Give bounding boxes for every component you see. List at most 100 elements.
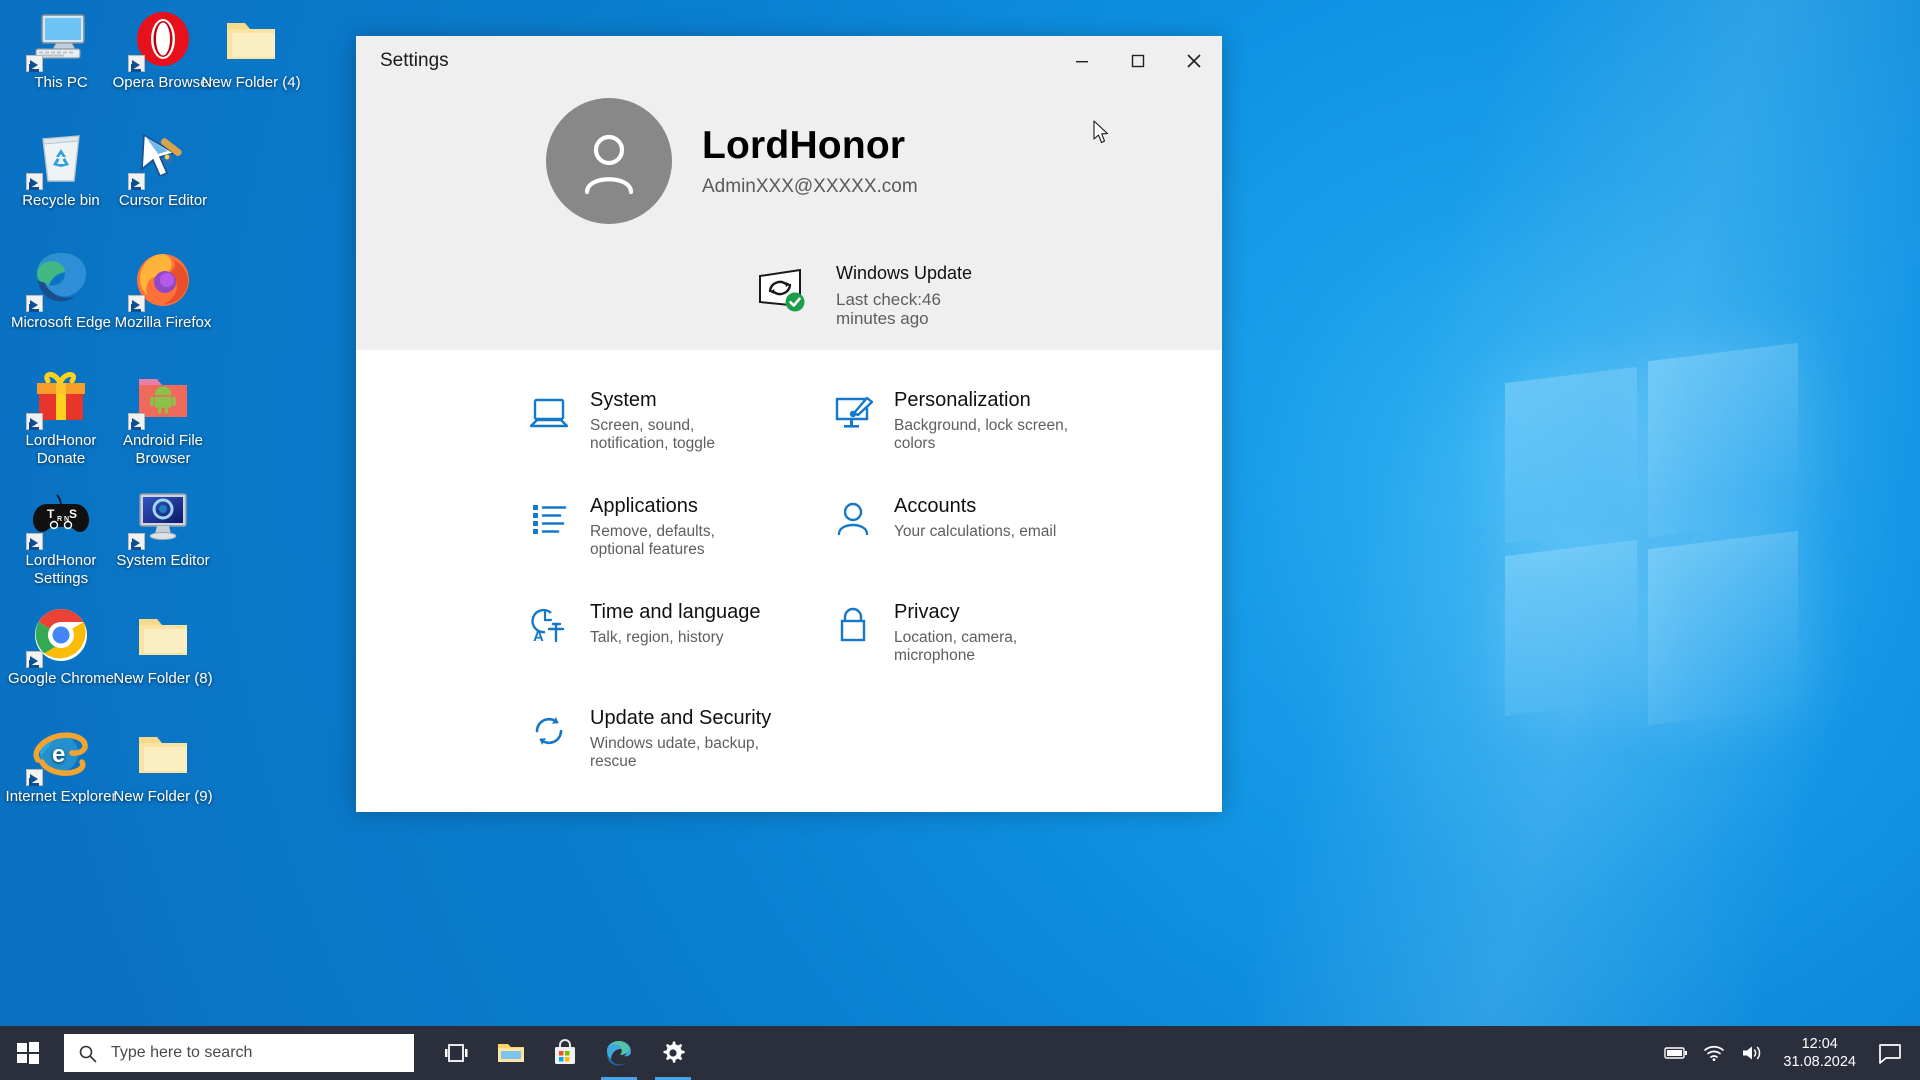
settings-tile-body: System Screen, sound, notification, togg… (590, 388, 765, 453)
settings-tile-accounts[interactable]: Accounts Your calculations, email (830, 494, 1190, 600)
settings-tile-desc: Screen, sound, notification, toggle (590, 417, 765, 453)
cursor-editor-icon (102, 126, 224, 188)
refresh-icon (526, 708, 572, 754)
shortcut-badge (26, 533, 43, 550)
task-view-icon (444, 1041, 470, 1065)
shortcut-badge (26, 173, 43, 190)
svg-text:S: S (69, 507, 77, 521)
desktop-icon-android-file-browser[interactable]: Android File Browser (102, 366, 224, 468)
taskbar: Type here to search (0, 1026, 1920, 1080)
desktop-icon-label: Mozilla Firefox (102, 314, 224, 332)
desktop-icon-new-folder-4[interactable]: New Folder (4) (190, 8, 312, 92)
wallpaper-pane (1505, 367, 1637, 543)
file-explorer-icon (496, 1040, 526, 1066)
desktop-icon-label: Cursor Editor (102, 192, 224, 210)
desktop-icon-label: Android File Browser (102, 432, 224, 468)
speaker-icon[interactable] (1733, 1026, 1771, 1080)
window-title: Settings (380, 50, 449, 72)
person-avatar-icon (570, 122, 648, 200)
settings-tile-name: Accounts (894, 494, 1056, 518)
desktop-icon-system-editor[interactable]: System Editor (102, 486, 224, 570)
settings-tile-time-and-language[interactable]: A Time and language Talk, region, histor… (526, 600, 830, 706)
close-button[interactable] (1166, 36, 1222, 86)
settings-tile-desc: Talk, region, history (590, 629, 761, 647)
update-status-line2: minutes ago (836, 309, 929, 328)
folder-icon (102, 604, 224, 666)
list-icon (526, 496, 572, 542)
mozilla-firefox-icon (102, 248, 224, 310)
svg-text:R: R (57, 516, 62, 523)
microsoft-store-button[interactable] (538, 1026, 592, 1080)
desktop-icon-new-folder-9[interactable]: New Folder (9) (102, 722, 224, 806)
account-summary[interactable]: LordHonor AdminXXX@XXXXX.com (356, 86, 1222, 224)
windows-update-text: Windows Update Last check:46 minutes ago (836, 262, 972, 328)
avatar[interactable] (546, 98, 672, 224)
microsoft-store-icon (552, 1039, 578, 1067)
shortcut-badge (128, 55, 145, 72)
settings-tile-personalization[interactable]: Personalization Background, lock screen,… (830, 388, 1190, 494)
windows-update-icon (754, 266, 812, 318)
settings-tile-desc: Remove, defaults, optional features (590, 523, 765, 559)
windows-update-title: Windows Update (836, 262, 972, 284)
desktop-icon-mozilla-firefox[interactable]: Mozilla Firefox (102, 248, 224, 332)
settings-tile-name: Personalization (894, 388, 1069, 412)
settings-tile-body: Update and Security Windows udate, backu… (590, 706, 771, 771)
shortcut-badge (26, 55, 43, 72)
settings-tile-body: Personalization Background, lock screen,… (894, 388, 1069, 453)
shortcut-badge (128, 413, 145, 430)
folder-icon (102, 722, 224, 784)
settings-taskbar-button[interactable] (646, 1026, 700, 1080)
desktop-icon-label: New Folder (9) (102, 788, 224, 806)
microsoft-edge-button[interactable] (592, 1026, 646, 1080)
settings-tile-update-and-security[interactable]: Update and Security Windows udate, backu… (526, 706, 830, 812)
search-input[interactable]: Type here to search (64, 1034, 414, 1072)
shortcut-badge (26, 295, 43, 312)
start-button[interactable] (0, 1026, 56, 1080)
settings-window[interactable]: Settings LordHonor AdminXXX@XXXX (356, 36, 1222, 808)
gear-icon (660, 1040, 686, 1066)
wifi-icon[interactable] (1695, 1026, 1733, 1080)
clock-time: 12:04 (1783, 1035, 1856, 1053)
minimize-icon (1074, 53, 1090, 69)
shortcut-badge (26, 413, 43, 430)
settings-category-grid: System Screen, sound, notification, togg… (356, 350, 1222, 812)
task-view-button[interactable] (430, 1026, 484, 1080)
android-folder-icon (102, 366, 224, 428)
wallpaper-pane (1648, 531, 1798, 725)
wallpaper-pane (1505, 540, 1637, 716)
desktop-icon-grid: This PC Opera Browser New Folder (4) (0, 0, 250, 1000)
system-tray: 12:04 31.08.2024 (1657, 1026, 1920, 1080)
minimize-button[interactable] (1054, 36, 1110, 86)
windows-update-banner[interactable]: Windows Update Last check:46 minutes ago (356, 262, 1222, 328)
settings-tile-body: Time and language Talk, region, history (590, 600, 761, 647)
laptop-icon (526, 390, 572, 436)
shortcut-badge (128, 533, 145, 550)
shortcut-badge (128, 173, 145, 190)
settings-tile-privacy[interactable]: Privacy Location, camera, microphone (830, 600, 1190, 706)
settings-tile-body: Privacy Location, camera, microphone (894, 600, 1069, 665)
shortcut-badge (128, 295, 145, 312)
notification-button[interactable] (1868, 1026, 1912, 1080)
desktop-icon-cursor-editor[interactable]: Cursor Editor (102, 126, 224, 210)
microsoft-edge-icon (605, 1039, 633, 1067)
account-email: AdminXXX@XXXXX.com (702, 176, 918, 198)
notification-icon (1878, 1042, 1902, 1064)
settings-tile-applications[interactable]: Applications Remove, defaults, optional … (526, 494, 830, 600)
file-explorer-button[interactable] (484, 1026, 538, 1080)
clock-language-icon: A (526, 602, 572, 648)
battery-icon[interactable] (1657, 1026, 1695, 1080)
clock[interactable]: 12:04 31.08.2024 (1771, 1026, 1868, 1080)
search-placeholder: Type here to search (111, 1044, 252, 1062)
maximize-button[interactable] (1110, 36, 1166, 86)
desktop-icon-new-folder-8[interactable]: New Folder (8) (102, 604, 224, 688)
account-name: LordHonor (702, 124, 918, 168)
settings-tile-name: Time and language (590, 600, 761, 624)
desktop-icon-label: New Folder (8) (102, 670, 224, 688)
lock-icon (830, 602, 876, 648)
settings-tile-desc: Windows udate, backup, rescue (590, 735, 765, 771)
search-icon (78, 1044, 97, 1063)
paintbrush-monitor-icon (830, 390, 876, 436)
windows-update-status: Last check:46 minutes ago (836, 290, 966, 328)
settings-tile-system[interactable]: System Screen, sound, notification, togg… (526, 388, 830, 494)
settings-titlebar[interactable]: Settings (356, 36, 1222, 86)
